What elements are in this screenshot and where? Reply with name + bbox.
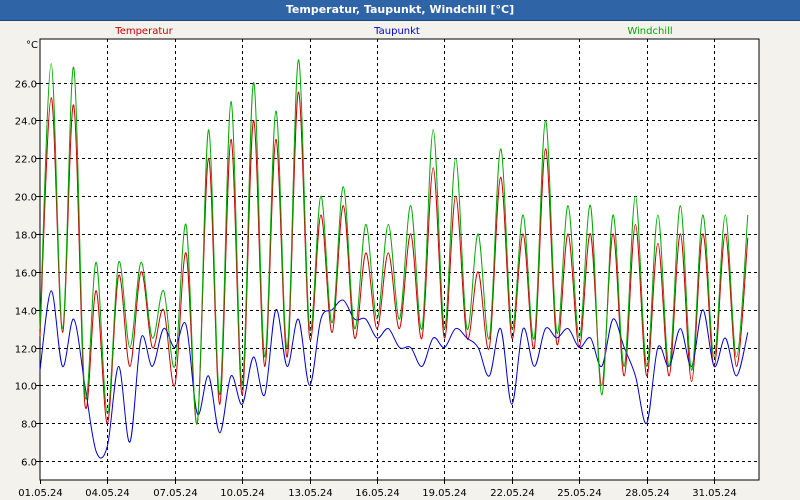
x-tick-label: 28.05.24 (625, 488, 670, 499)
x-tick-label: 19.05.24 (422, 488, 467, 499)
window-title: Temperatur, Taupunkt, Windchill [°C] (0, 0, 800, 21)
legend: Temperatur Taupunkt Windchill (114, 26, 672, 37)
y-tick-label: 8.0 (21, 420, 37, 431)
plot-area (39, 38, 760, 481)
legend-temperatur: Temperatur (114, 26, 173, 37)
x-tick-label: 07.05.24 (153, 488, 198, 499)
x-tick-label: 10.05.24 (220, 488, 265, 499)
y-tick-label: 16.0 (15, 269, 37, 280)
y-tick-label: 14.0 (15, 307, 37, 318)
x-tick-label: 01.05.24 (18, 488, 63, 499)
y-axis-label: °C (26, 40, 38, 51)
y-tick-label: 20.0 (15, 193, 37, 204)
y-tick-label: 18.0 (15, 231, 37, 242)
y-tick-label: 24.0 (15, 117, 37, 128)
x-tick-label: 22.05.24 (490, 488, 535, 499)
x-tick-label: 16.05.24 (355, 488, 400, 499)
y-tick-label: 10.0 (15, 382, 37, 393)
chart-window: Temperatur, Taupunkt, Windchill [°C] 6.0… (0, 0, 800, 500)
x-tick-label: 04.05.24 (85, 488, 130, 499)
x-tick-label: 25.05.24 (557, 488, 602, 499)
x-tick-label: 31.05.24 (692, 488, 737, 499)
y-tick-label: 12.0 (15, 345, 37, 356)
y-tick-label: 22.0 (15, 155, 37, 166)
y-tick-label: 26.0 (15, 80, 37, 91)
x-tick-label: 13.05.24 (288, 488, 333, 499)
line-chart: 6.0 8.0 10.0 12.0 14.0 16.0 18.0 20.0 22.0 24.0 26… (15, 26, 760, 499)
legend-windchill: Windchill (627, 26, 672, 37)
legend-taupunkt: Taupunkt (373, 26, 420, 37)
y-tick-label: 6.0 (21, 458, 37, 469)
